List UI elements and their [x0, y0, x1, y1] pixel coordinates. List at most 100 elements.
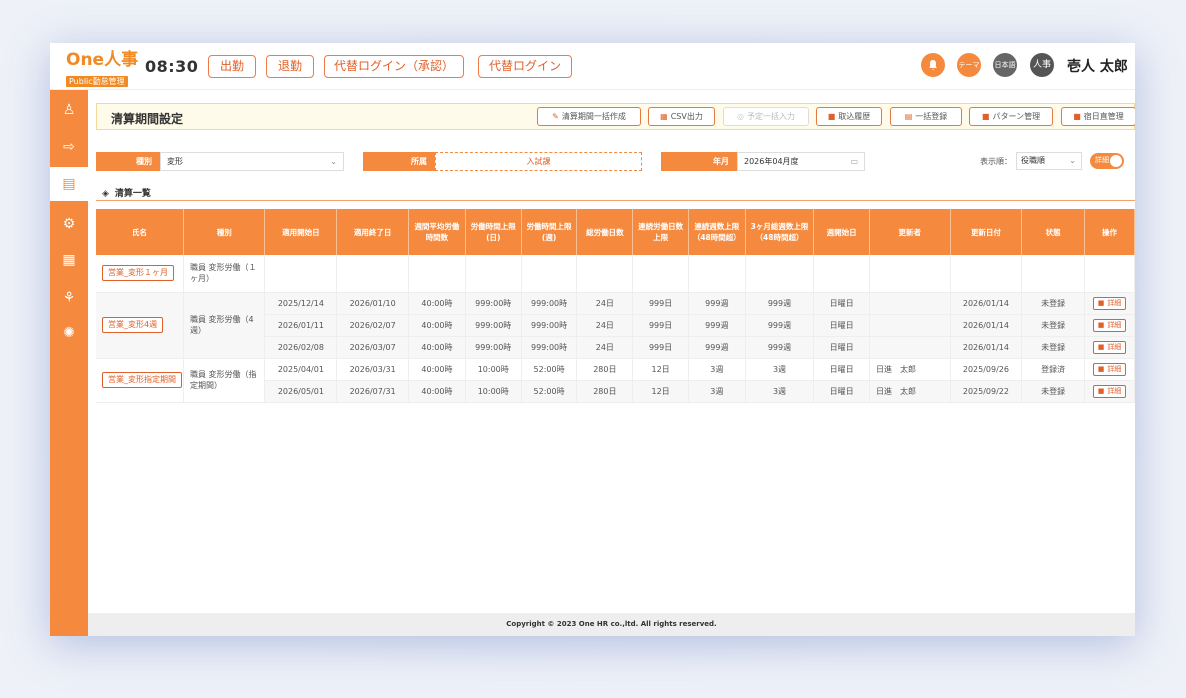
day-limit-cell: 10:00時 — [465, 380, 522, 403]
edit-icon: ✎ — [552, 112, 559, 121]
pattern-manage-button[interactable]: ■ パターン管理 — [969, 107, 1053, 126]
total-days-cell: 24日 — [576, 336, 634, 359]
col-end[interactable]: 適用終了日 — [336, 209, 410, 255]
document-icon[interactable]: ▤ — [50, 167, 88, 201]
sort-value: 役職順 — [1021, 156, 1045, 165]
clock-in-button[interactable]: 出勤 — [208, 55, 256, 78]
logo-sub-text: Public勤怠管理 — [66, 76, 128, 87]
col-updated[interactable]: 更新日付 — [950, 209, 1023, 255]
clock-out-button[interactable]: 退勤 — [266, 55, 314, 78]
dept-filter-field[interactable]: 入試課 — [435, 152, 642, 171]
col-week-limit[interactable]: 労働時間上限(週) — [521, 209, 578, 255]
month-filter-field[interactable]: 2026年04月度 ▭ — [737, 152, 865, 171]
detail-button[interactable]: ■ 詳細 — [1092, 318, 1127, 332]
type-cell: 職員 変形労働（指定期間） — [183, 358, 266, 403]
footer-copyright: Copyright © 2023 One HR co.,ltd. All rig… — [88, 613, 1135, 636]
employee-name-button[interactable]: 営業_変形指定期間 — [102, 372, 182, 388]
pattern-icon: ■ — [981, 112, 990, 121]
updated-cell: 2026/01/14 — [950, 336, 1023, 359]
col-type[interactable]: 種別 — [183, 209, 266, 255]
clock-in-icon[interactable]: ⇨ — [59, 137, 79, 157]
start-cell: 2026/01/11 — [264, 314, 338, 337]
avg-cell: 40:00時 — [408, 336, 466, 359]
total-days-cell: 280日 — [576, 358, 634, 381]
col-3month-weeks[interactable]: 3ヶ月総週数上限（48時間超） — [745, 209, 815, 255]
current-time: 08:30 — [145, 57, 199, 76]
consecutive-days-cell: 999日 — [632, 292, 689, 315]
history-icon: ■ — [827, 112, 836, 121]
detail-button[interactable]: ■ 詳細 — [1092, 362, 1127, 376]
detail-icon: ■ — [1097, 364, 1105, 373]
user-icon[interactable]: ♙ — [59, 100, 79, 120]
employee-name-button[interactable]: 営業_変形4週 — [102, 317, 164, 333]
theme-button[interactable]: テーマ — [957, 53, 981, 77]
bell-icon[interactable] — [921, 53, 945, 77]
col-consecutive-days[interactable]: 連続労働日数上限 — [632, 209, 689, 255]
detail-button[interactable]: ■ 詳細 — [1092, 384, 1127, 398]
settings-icon[interactable]: ⚙ — [59, 214, 79, 234]
csv-export-button[interactable]: ▦ CSV出力 — [648, 107, 715, 126]
sort-select[interactable]: 役職順 ⌄ — [1016, 152, 1082, 170]
proxy-login-button[interactable]: 代替ログイン — [478, 55, 572, 78]
consecutive-weeks-cell: 3週 — [688, 380, 746, 403]
app-logo[interactable]: One人事 Public勤怠管理 — [66, 51, 138, 88]
language-button[interactable]: 日本語 — [993, 53, 1017, 77]
col-updater[interactable]: 更新者 — [869, 209, 951, 255]
total-days-cell: 24日 — [576, 292, 634, 315]
detail-label: 詳細 — [1107, 386, 1122, 395]
week-limit-cell: 999:00時 — [521, 336, 578, 359]
col-week-start[interactable]: 週開始日 — [813, 209, 871, 255]
end-cell: 2026/03/07 — [336, 336, 410, 359]
table-row: 営業_変形１ヶ月 職員 変形労働（１ヶ月） — [96, 255, 1135, 293]
consecutive-days-cell: 999日 — [632, 314, 689, 337]
atom-icon[interactable]: ✺ — [59, 323, 79, 343]
type-filter-value: 変形 — [167, 157, 183, 166]
detail-label: 詳細 — [1107, 342, 1122, 351]
proxy-login-approval-button[interactable]: 代替ログイン（承認） — [324, 55, 464, 78]
network-icon[interactable]: ⚘ — [59, 288, 79, 308]
status-cell: 未登録 — [1021, 314, 1085, 337]
col-status[interactable]: 状態 — [1021, 209, 1085, 255]
employee-name-button[interactable]: 営業_変形１ヶ月 — [102, 265, 174, 282]
bulk-register-button[interactable]: ▤ 一括登録 — [890, 107, 962, 126]
bulk-create-button[interactable]: ✎ 清算期間一括作成 — [537, 107, 641, 126]
day-limit-cell: 999:00時 — [465, 336, 522, 359]
consecutive-weeks-cell: 999週 — [688, 336, 746, 359]
register-icon: ▤ — [904, 112, 913, 121]
detail-label: 詳細 — [1107, 320, 1122, 329]
schedule-bulk-input-button[interactable]: ◎ 予定一括入力 — [723, 107, 809, 126]
type-filter-select[interactable]: 変形 ⌄ — [160, 152, 344, 171]
col-start[interactable]: 適用開始日 — [264, 209, 338, 255]
col-name[interactable]: 氏名 — [96, 209, 184, 255]
detail-button[interactable]: ■ 詳細 — [1092, 296, 1127, 310]
csv-icon: ▦ — [660, 112, 668, 121]
col-total-days[interactable]: 総労働日数 — [576, 209, 634, 255]
bulk-register-label: 一括登録 — [915, 112, 948, 121]
avg-cell: 40:00時 — [408, 380, 466, 403]
import-history-button[interactable]: ■ 取込履歴 — [816, 107, 882, 126]
type-filter-label: 種別 — [96, 152, 160, 171]
updater-cell — [869, 292, 951, 315]
week-start-cell: 日曜日 — [813, 292, 871, 315]
detail-button[interactable]: ■ 詳細 — [1092, 340, 1127, 354]
type-cell: 職員 変形労働（4週） — [183, 292, 266, 359]
detail-icon: ■ — [1097, 298, 1105, 307]
col-day-limit[interactable]: 労働時間上限(日) — [465, 209, 522, 255]
col-consecutive-weeks[interactable]: 連続週数上限（48時間超） — [688, 209, 746, 255]
apps-icon[interactable]: ▦ — [59, 250, 79, 270]
col-avg-hours[interactable]: 週間平均労働時間数 — [408, 209, 466, 255]
night-duty-manage-button[interactable]: ■ 宿日直管理 — [1061, 107, 1135, 126]
import-history-label: 取込履歴 — [838, 112, 871, 121]
detail-toggle[interactable]: 詳細 — [1090, 153, 1124, 169]
col-action[interactable]: 操作 — [1084, 209, 1135, 255]
detail-icon: ■ — [1097, 386, 1105, 395]
avatar[interactable]: 人事 — [1030, 53, 1054, 77]
avg-cell: 40:00時 — [408, 358, 466, 381]
user-name[interactable]: 壱人 太郎 — [1067, 56, 1128, 76]
consecutive-days-cell: 12日 — [632, 358, 689, 381]
avg-cell: 40:00時 — [408, 292, 466, 315]
consecutive-weeks-cell: 3週 — [688, 358, 746, 381]
status-cell: 未登録 — [1021, 380, 1085, 403]
3month-weeks-cell: 3週 — [745, 358, 815, 381]
status-cell: 登録済 — [1021, 358, 1085, 381]
